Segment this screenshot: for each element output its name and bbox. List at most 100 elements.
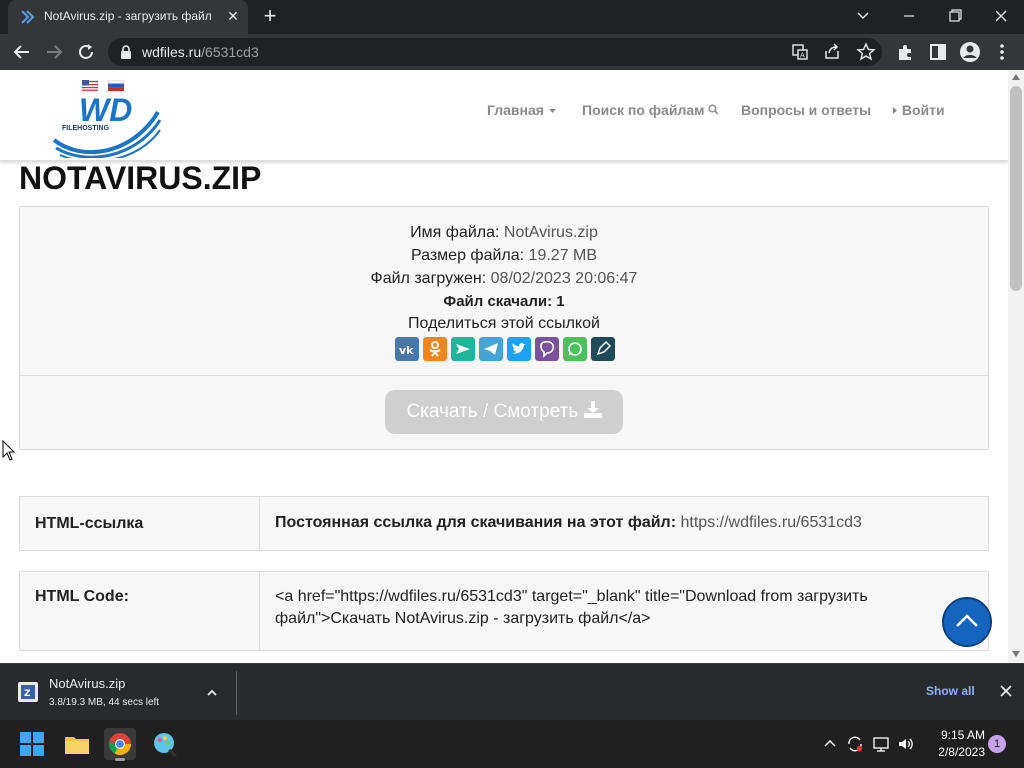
system-clock[interactable]: 9:15 AM 2/8/2023: [925, 727, 985, 761]
file-size-value: 19.27 MB: [528, 247, 598, 264]
nav-home-label: Главная: [487, 102, 544, 118]
mouse-cursor-icon: [2, 440, 16, 461]
browser-tab[interactable]: NotAvirus.zip - загрузить файл ✕: [8, 0, 248, 34]
url-path: /6531cd3: [201, 44, 259, 60]
lock-icon[interactable]: [120, 45, 132, 59]
forward-arrow-icon[interactable]: [42, 40, 66, 64]
english-flag-icon[interactable]: [82, 80, 98, 91]
svg-text:vk: vk: [399, 344, 414, 357]
file-uploaded-label: Файл загружен:: [370, 270, 487, 287]
chrome-icon: [109, 733, 131, 755]
file-info-panel: Имя файла: NotAvirus.zip Размер файла: 1…: [19, 206, 989, 450]
active-app-indicator: [115, 758, 125, 761]
file-downloads-row: Файл скачали: 1: [20, 293, 988, 310]
paint-app-icon[interactable]: [149, 728, 181, 760]
back-arrow-icon[interactable]: [10, 40, 34, 64]
livejournal-icon[interactable]: [591, 337, 615, 361]
minimize-window-icon[interactable]: [897, 5, 921, 27]
chevron-up-icon: [956, 614, 978, 627]
new-tab-button[interactable]: +: [258, 5, 282, 29]
network-icon[interactable]: [872, 735, 890, 753]
close-icon[interactable]: [998, 683, 1014, 699]
browser-toolbar: wdfiles.ru/6531cd3 A: [0, 34, 1024, 70]
close-window-icon[interactable]: [989, 5, 1013, 27]
svg-text:Z: Z: [24, 689, 31, 699]
file-explorer-icon[interactable]: [61, 728, 93, 760]
nav-home[interactable]: Главная: [487, 102, 557, 118]
html-code-row: HTML Code: <a href="https://wdfiles.ru/6…: [19, 571, 989, 651]
nav-login-label: Войти: [901, 102, 945, 118]
translate-icon[interactable]: A: [790, 42, 810, 62]
bookmark-star-icon[interactable]: [856, 42, 876, 62]
download-button[interactable]: Скачать / Смотреть: [385, 390, 623, 434]
notification-badge[interactable]: 1: [988, 735, 1006, 753]
side-panel-icon[interactable]: [926, 40, 950, 64]
file-downloads-value: 1: [556, 293, 565, 310]
zip-file-icon[interactable]: Z: [17, 681, 39, 703]
whatsapp-icon[interactable]: [563, 337, 587, 361]
chevron-up-icon[interactable]: [204, 685, 220, 701]
scrollbar-thumb[interactable]: [1010, 86, 1022, 291]
html-code-value[interactable]: <a href="https://wdfiles.ru/6531cd3" tar…: [275, 586, 895, 630]
nav-search-label: Поиск по файлам: [582, 102, 705, 118]
tray-chevron-up-icon[interactable]: [821, 735, 839, 753]
html-link-row: HTML-ссылка Постоянная ссылка для скачив…: [19, 496, 989, 551]
site-favicon-icon: [21, 10, 35, 24]
reload-icon[interactable]: [74, 40, 98, 64]
nav-search[interactable]: Поиск по файлам: [582, 102, 719, 118]
profile-avatar-icon[interactable]: [958, 40, 982, 64]
file-name-row: Имя файла: NotAvirus.zip: [20, 224, 988, 242]
url-host: wdfiles.ru: [142, 44, 202, 60]
tab-search-chevron-icon[interactable]: [851, 5, 875, 27]
telegram-icon[interactable]: [479, 337, 503, 361]
clock-date: 2/8/2023: [938, 745, 985, 759]
vk-icon[interactable]: vk: [395, 337, 419, 361]
chrome-taskbar-button[interactable]: [104, 728, 136, 761]
caret-right-icon: [893, 107, 897, 114]
html-link-description: Постоянная ссылка для скачивания на этот…: [275, 514, 677, 531]
mail-icon[interactable]: [451, 337, 475, 361]
clock-time: 9:15 AM: [940, 728, 985, 742]
show-all-button[interactable]: Show all: [926, 684, 975, 698]
site-header: WD FILEHOSTING Главная Поиск по файлам В…: [0, 70, 1008, 161]
web-page: WD FILEHOSTING Главная Поиск по файлам В…: [0, 70, 1008, 663]
russian-flag-icon[interactable]: [108, 80, 124, 91]
scroll-up-arrow-icon[interactable]: [1012, 74, 1020, 80]
file-uploaded-row: Файл загружен: 08/02/2023 20:06:47: [20, 270, 988, 288]
viber-icon[interactable]: [535, 337, 559, 361]
file-size-label: Размер файла:: [410, 247, 525, 264]
caret-down-icon: [548, 109, 556, 113]
download-icon: [583, 401, 602, 418]
download-filename[interactable]: NotAvirus.zip: [49, 676, 125, 691]
extensions-puzzle-icon[interactable]: [894, 40, 918, 64]
download-progress: 3.8/19.3 MB, 44 secs left: [49, 697, 160, 708]
download-shelf: Z NotAvirus.zip 3.8/19.3 MB, 44 secs lef…: [0, 663, 1024, 720]
menu-kebab-icon[interactable]: [990, 40, 1014, 64]
nav-faq[interactable]: Вопросы и ответы: [741, 102, 871, 118]
odnoklassniki-icon[interactable]: [423, 337, 447, 361]
file-size-row: Размер файла: 19.27 MB: [20, 247, 988, 265]
scroll-down-arrow-icon[interactable]: [1012, 651, 1020, 657]
html-link-label: HTML-ссылка: [20, 497, 260, 550]
scroll-to-top-button[interactable]: [942, 597, 992, 647]
file-uploaded-value: 08/02/2023 20:06:47: [490, 270, 638, 287]
sync-icon[interactable]: [846, 735, 864, 753]
tab-close-icon[interactable]: ✕: [224, 7, 242, 25]
shelf-divider: [236, 671, 237, 715]
windows-start-icon[interactable]: [16, 728, 48, 760]
html-link-url[interactable]: https://wdfiles.ru/6531cd3: [681, 514, 862, 531]
file-heading: NOTAVIRUS.ZIP: [19, 160, 262, 196]
twitter-icon[interactable]: [507, 337, 531, 361]
url-text[interactable]: wdfiles.ru/6531cd3: [142, 44, 259, 60]
share-icon[interactable]: [822, 42, 842, 62]
html-code-label: HTML Code:: [20, 572, 260, 650]
restore-window-icon[interactable]: [943, 5, 967, 27]
windows-taskbar: 9:15 AM 2/8/2023 1: [0, 720, 1024, 768]
tab-title: NotAvirus.zip - загрузить файл: [44, 9, 212, 23]
volume-icon[interactable]: [897, 735, 915, 753]
logo-swoosh-icon: [52, 110, 162, 158]
address-bar[interactable]: wdfiles.ru/6531cd3 A: [108, 38, 882, 66]
nav-login[interactable]: Войти: [892, 102, 945, 118]
search-icon: [708, 104, 719, 115]
site-logo[interactable]: WD FILEHOSTING: [52, 92, 162, 158]
